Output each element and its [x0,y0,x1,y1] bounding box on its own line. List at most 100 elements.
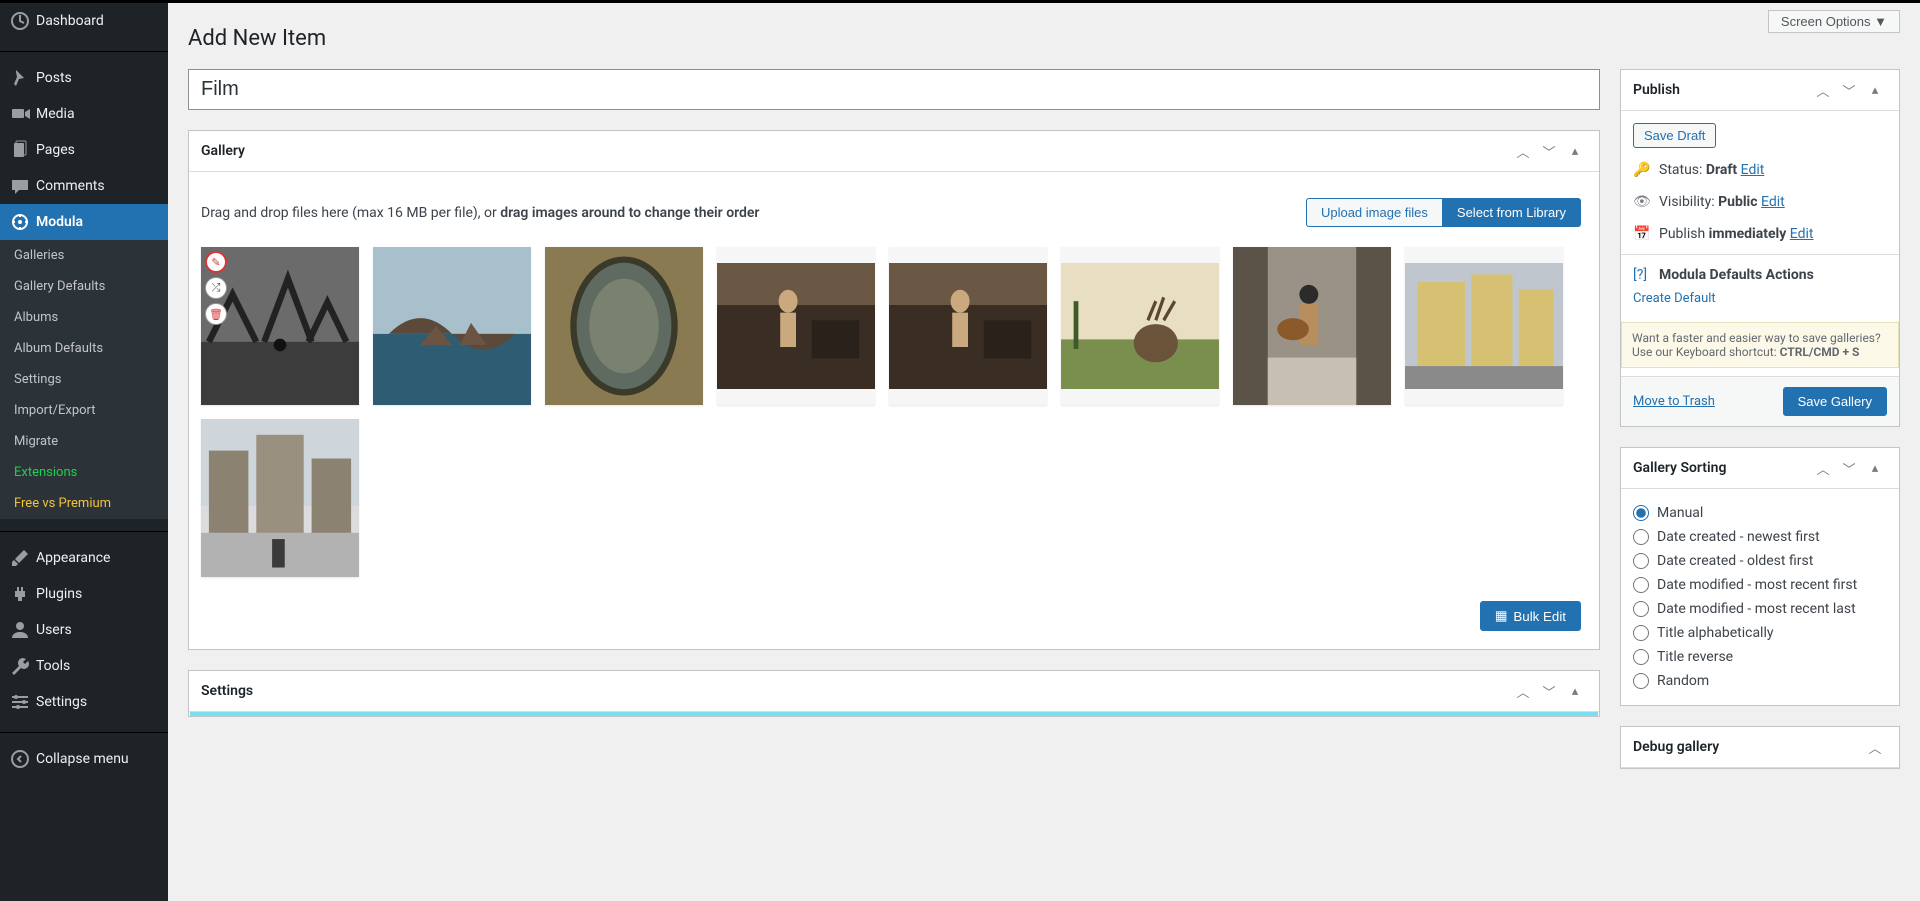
sliders-icon [10,692,30,712]
sidebar-sub-extensions[interactable]: Extensions [0,457,168,488]
edit-status-link[interactable]: Edit [1741,162,1765,178]
gallery-thumb[interactable]: ✎ ⤮ 🗑 [201,247,359,405]
gallery-thumb[interactable] [889,247,1047,405]
sorting-label: Date created - newest first [1657,529,1820,545]
sorting-radio[interactable] [1633,505,1649,521]
sidebar-item-dashboard[interactable]: Dashboard [0,3,168,39]
move-to-trash-link[interactable]: Move to Trash [1633,394,1715,409]
chevron-up-icon[interactable]: ︿ [1811,78,1835,102]
sidebar-item-label: Posts [36,70,72,86]
caret-up-icon[interactable]: ▴ [1563,139,1587,163]
modula-icon [10,212,30,232]
sidebar-item-plugins[interactable]: Plugins [0,576,168,612]
sorting-label: Date created - oldest first [1657,553,1813,569]
sidebar-item-posts[interactable]: Posts [0,60,168,96]
sidebar-sub-settings[interactable]: Settings [0,364,168,395]
sorting-option[interactable]: Manual [1633,501,1887,525]
caret-up-icon[interactable]: ▴ [1863,78,1887,102]
trash-icon[interactable]: 🗑 [205,303,227,325]
sidebar-sub-galleries[interactable]: Galleries [0,240,168,271]
sorting-radio[interactable] [1633,625,1649,641]
bulk-edit-button[interactable]: ▦ Bulk Edit [1480,601,1581,631]
edit-icon[interactable]: ✎ [205,251,227,273]
sidebar-item-label: Plugins [36,586,82,602]
chevron-down-icon[interactable]: ﹀ [1837,78,1861,102]
save-gallery-button[interactable]: Save Gallery [1783,387,1887,416]
sorting-option[interactable]: Date created - oldest first [1633,549,1887,573]
select-library-button[interactable]: Select from Library [1442,198,1581,227]
sorting-radio[interactable] [1633,553,1649,569]
gallery-thumb[interactable] [1061,247,1219,405]
chevron-down-icon[interactable]: ﹀ [1537,139,1561,163]
sorting-radio[interactable] [1633,673,1649,689]
sidebar-item-media[interactable]: Media [0,96,168,132]
sidebar-item-modula[interactable]: Modula [0,204,168,240]
gallery-title: Gallery [201,143,245,159]
dashboard-icon [10,11,30,31]
grid-icon: ▦ [1495,608,1508,624]
sorting-label: Manual [1657,505,1703,521]
chevron-up-icon[interactable]: ︿ [1863,735,1887,759]
sorting-option[interactable]: Date modified - most recent last [1633,597,1887,621]
caret-up-icon[interactable]: ▴ [1563,679,1587,703]
sidebar-item-label: Tools [36,658,70,674]
caret-up-icon[interactable]: ▴ [1863,456,1887,480]
title-input[interactable] [188,69,1600,110]
sidebar-sub-album-defaults[interactable]: Album Defaults [0,333,168,364]
gallery-thumb[interactable] [201,419,359,577]
settings-metabox: Settings ︿ ﹀ ▴ [188,670,1600,717]
sidebar-sub-migrate[interactable]: Migrate [0,426,168,457]
chevron-up-icon[interactable]: ︿ [1811,456,1835,480]
sidebar-item-label: Dashboard [36,13,104,29]
edit-visibility-link[interactable]: Edit [1761,194,1785,210]
sidebar-sub-albums[interactable]: Albums [0,302,168,333]
sidebar-sub-gallery-defaults[interactable]: Gallery Defaults [0,271,168,302]
screen-options-button[interactable]: Screen Options ▼ [1768,10,1900,33]
sidebar-item-tools[interactable]: Tools [0,648,168,684]
sorting-label: Title reverse [1657,649,1733,665]
sidebar-item-comments[interactable]: Comments [0,168,168,204]
save-draft-button[interactable]: Save Draft [1633,123,1716,148]
sorting-radio[interactable] [1633,601,1649,617]
publish-title: Publish [1633,82,1680,98]
sidebar-item-users[interactable]: Users [0,612,168,648]
gallery-thumb[interactable] [1405,247,1563,405]
sorting-option[interactable]: Title reverse [1633,645,1887,669]
sorting-radio[interactable] [1633,577,1649,593]
sidebar-item-label: Appearance [36,550,110,566]
sorting-radio[interactable] [1633,529,1649,545]
sidebar-item-pages[interactable]: Pages [0,132,168,168]
shuffle-icon[interactable]: ⤮ [205,277,227,299]
sorting-option[interactable]: Date modified - most recent first [1633,573,1887,597]
chevron-down-icon[interactable]: ﹀ [1837,456,1861,480]
page-title: Add New Item [188,0,1900,69]
debug-title: Debug gallery [1633,739,1719,755]
edit-publish-link[interactable]: Edit [1790,226,1814,242]
gallery-thumb[interactable] [373,247,531,405]
brush-icon [10,548,30,568]
sidebar-item-label: Media [36,106,75,122]
chevron-down-icon[interactable]: ﹀ [1537,679,1561,703]
upload-image-button[interactable]: Upload image files [1306,198,1442,227]
sidebar-item-label: Users [36,622,72,638]
gallery-thumb[interactable] [717,247,875,405]
sidebar-item-label: Settings [36,694,87,710]
sidebar-item-appearance[interactable]: Appearance [0,540,168,576]
comment-icon [10,176,30,196]
create-default-link[interactable]: Create Default [1633,291,1716,306]
sorting-radio[interactable] [1633,649,1649,665]
chevron-up-icon[interactable]: ︿ [1511,139,1535,163]
publish-metabox: Publish ︿ ﹀ ▴ Save Draft 🔑 Status: Draft… [1620,69,1900,427]
gallery-metabox: Gallery ︿ ﹀ ▴ Drag and drop files here (… [188,130,1600,650]
sorting-option[interactable]: Date created - newest first [1633,525,1887,549]
gallery-thumb[interactable] [1233,247,1391,405]
sidebar-sub-import[interactable]: Import/Export [0,395,168,426]
sidebar-item-settings[interactable]: Settings [0,684,168,720]
sidebar-item-label: Modula [36,214,83,230]
gallery-thumb[interactable] [545,247,703,405]
sorting-option[interactable]: Random [1633,669,1887,693]
sorting-option[interactable]: Title alphabetically [1633,621,1887,645]
sidebar-sub-free-premium[interactable]: Free vs Premium [0,488,168,519]
chevron-up-icon[interactable]: ︿ [1511,679,1535,703]
sidebar-item-collapse[interactable]: Collapse menu [0,741,168,777]
